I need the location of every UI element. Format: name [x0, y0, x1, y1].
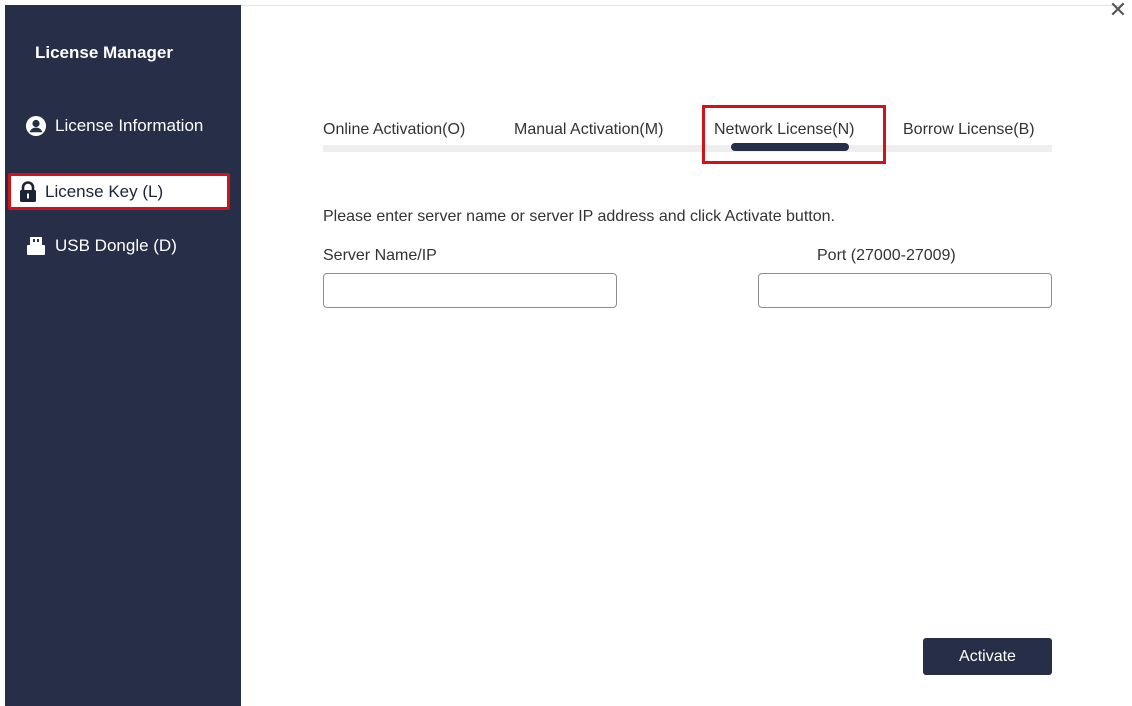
activate-button[interactable]: Activate [923, 638, 1052, 675]
tab-manual-activation[interactable]: Manual Activation(M) [514, 121, 663, 139]
sidebar-item-license-key[interactable]: License Key (L) [8, 173, 230, 210]
app-title: License Manager [35, 43, 173, 62]
sidebar-item-license-information[interactable]: License Information [25, 115, 203, 137]
sidebar: License Manager License Information Lice… [5, 5, 241, 706]
usb-drive-icon [25, 235, 47, 257]
close-icon[interactable]: ✕ [1108, 0, 1128, 21]
server-name-label: Server Name/IP [323, 247, 437, 264]
active-tab-indicator [731, 143, 849, 151]
sidebar-item-label: License Information [55, 116, 204, 135]
port-label: Port (27000-27009) [817, 247, 956, 264]
port-input[interactable] [758, 273, 1052, 308]
server-name-input[interactable] [323, 273, 617, 308]
tab-highlight-box [702, 105, 886, 164]
tab-online-activation[interactable]: Online Activation(O) [323, 121, 465, 139]
sidebar-item-label: USB Dongle (D) [55, 236, 177, 255]
instruction-text: Please enter server name or server IP ad… [323, 208, 835, 225]
user-circle-icon [25, 115, 47, 137]
sidebar-item-label: License Key (L) [45, 181, 164, 201]
tab-borrow-license[interactable]: Borrow License(B) [903, 121, 1035, 139]
tab-track [323, 145, 1052, 152]
lock-icon [17, 180, 39, 203]
window-top-border [241, 5, 1123, 6]
sidebar-item-usb-dongle[interactable]: USB Dongle (D) [25, 235, 177, 257]
